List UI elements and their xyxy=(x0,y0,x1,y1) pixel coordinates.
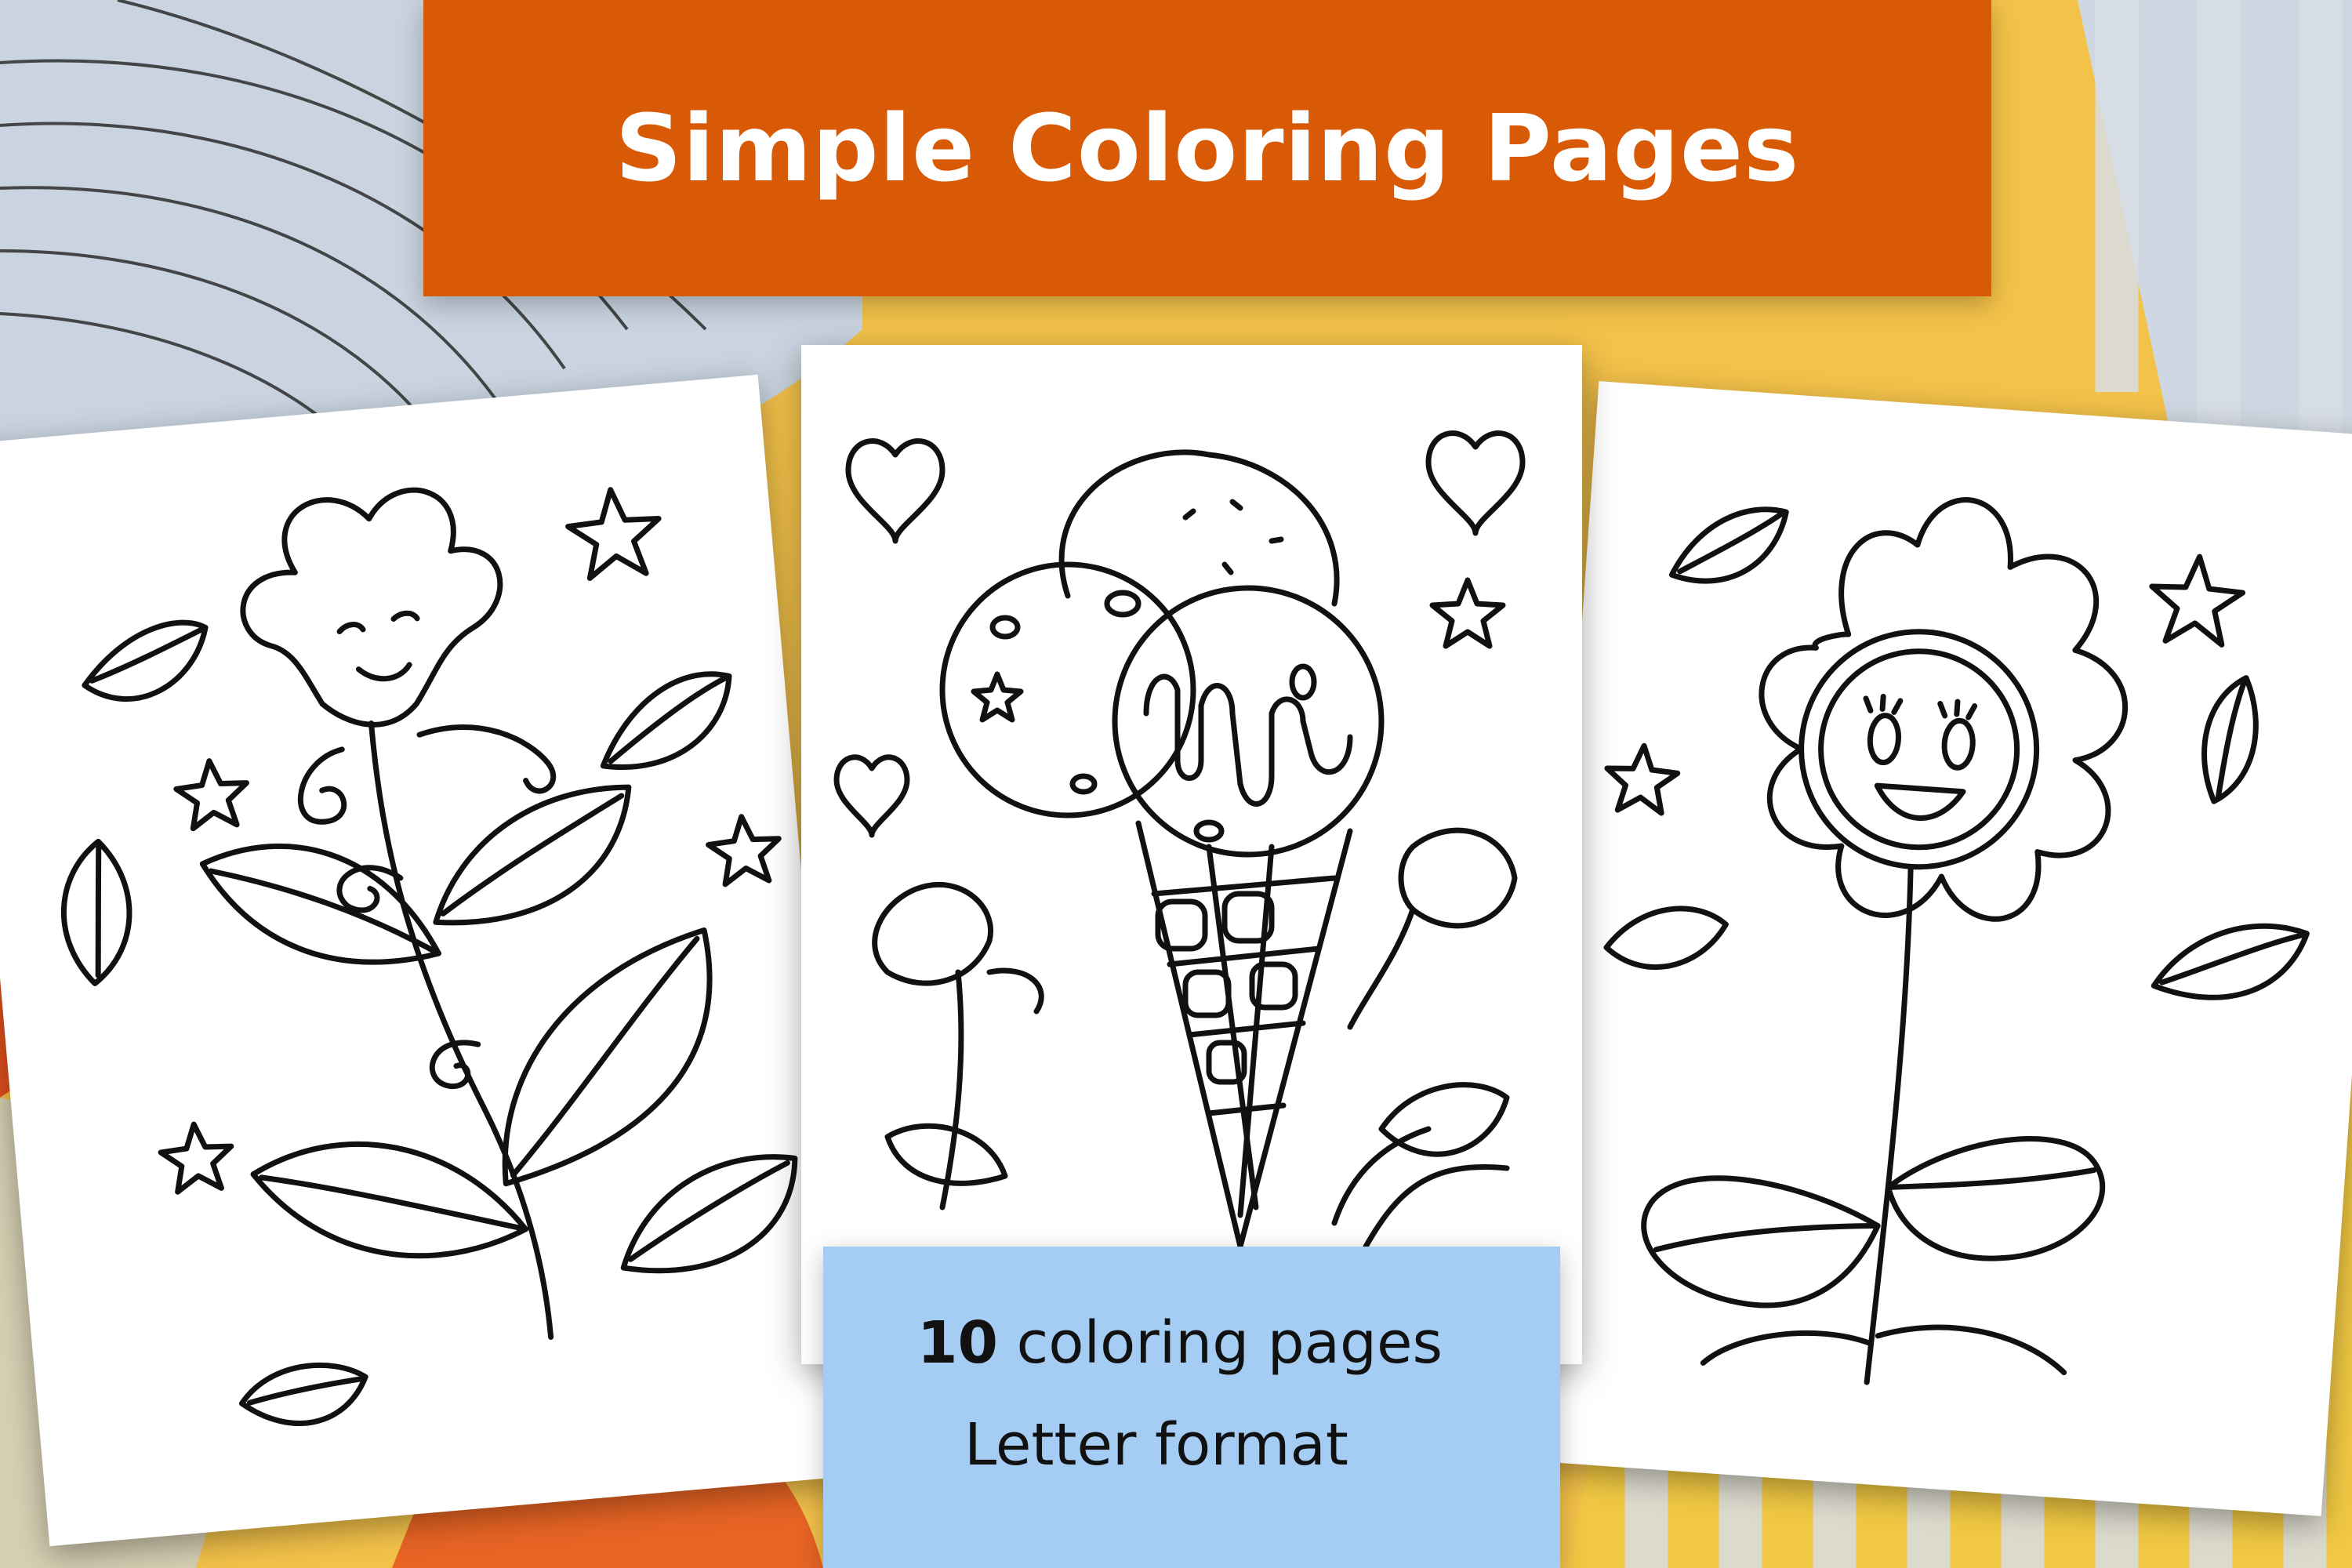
page-count-label: coloring pages xyxy=(1016,1309,1443,1377)
title-text: Simple Coloring Pages xyxy=(615,94,1800,202)
page-count: 10 xyxy=(917,1309,998,1377)
coloring-page-daisy xyxy=(1523,381,2352,1516)
format-line: Letter format xyxy=(964,1411,1348,1479)
coloring-page-flower xyxy=(0,374,855,1547)
info-box: 10 coloring pages Letter format xyxy=(823,1247,1560,1568)
daisy-illustration xyxy=(1603,497,2310,1385)
flower-face-illustration xyxy=(60,487,798,1426)
page-count-line: 10 coloring pages xyxy=(917,1309,1443,1377)
ice-cream-illustration xyxy=(833,430,1526,1250)
title-banner: Simple Coloring Pages xyxy=(423,0,1991,296)
coloring-page-ice-cream xyxy=(801,345,1582,1364)
